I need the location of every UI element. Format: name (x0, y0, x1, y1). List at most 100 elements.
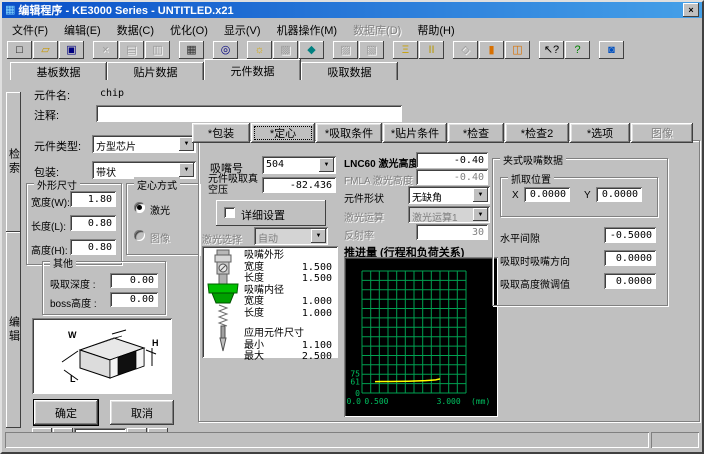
part-type-label: 元件类型: (34, 138, 81, 154)
nozzle-info-text: 吸嘴外形 宽度1.500 长度1.500 吸嘴内径 宽度1.000 长度1.00… (244, 250, 332, 363)
menu-item-optimize[interactable]: 优化(O) (162, 20, 216, 40)
nozzle-length-value: 1.500 (302, 273, 332, 285)
nozzle-no-select[interactable]: 504 ▼ (262, 156, 336, 174)
menu-item-data[interactable]: 数据(C) (109, 20, 162, 40)
length-input[interactable] (70, 215, 116, 231)
subtab-check[interactable]: *检查 (448, 123, 504, 143)
svg-text:H: H (152, 338, 159, 348)
toolbar-group: ◎ (213, 41, 238, 59)
optimize-run-icon[interactable]: ☼ (247, 41, 272, 59)
side-tab-edit[interactable]: 编辑 (6, 232, 21, 428)
print-icon[interactable]: ▦ (179, 41, 204, 59)
pickup-direction-label: 吸取时吸嘴方向 (500, 253, 570, 268)
max-size-label: 最大 (244, 351, 264, 363)
menu-item-edit[interactable]: 编辑(E) (56, 20, 109, 40)
new-file-icon[interactable]: □ (7, 41, 32, 59)
detail-settings-checkbox[interactable] (224, 207, 235, 218)
comment-input[interactable] (96, 105, 402, 122)
part-shape-select[interactable]: 无缺角 ▼ (408, 186, 490, 204)
head-tool-1-icon[interactable]: Ξ (393, 41, 418, 59)
menu-item-machine-operation[interactable]: 机器操作(M) (269, 20, 346, 40)
height-finetune-input[interactable] (604, 273, 656, 289)
laser-radio-label: 激光 (150, 202, 170, 217)
comment-label: 注释: (34, 107, 59, 123)
subtab-options[interactable]: *选项 (570, 123, 630, 143)
close-button[interactable]: × (683, 3, 699, 17)
chevron-down-icon[interactable]: ▼ (179, 163, 194, 177)
cancel-button[interactable]: 取消 (110, 400, 174, 425)
chevron-down-icon[interactable]: ▼ (319, 158, 334, 172)
status-message (5, 432, 649, 448)
lnc60-laser-height-input[interactable] (416, 152, 488, 168)
menu-item-file[interactable]: 文件(F) (4, 20, 56, 40)
subtab-check2[interactable]: *检查2 (505, 123, 569, 143)
toolbar-group: ▨▧ (333, 41, 384, 59)
analysis-icon[interactable]: ◆ (299, 41, 324, 59)
reflectivity-input (416, 224, 488, 240)
side-tab-search[interactable]: 检索 (6, 92, 21, 232)
subtab-package[interactable]: *包装 (192, 123, 250, 143)
menu-item-help[interactable]: 帮助(H) (409, 20, 462, 40)
width-input[interactable] (70, 191, 116, 207)
grab-position-title: 抓取位置 (508, 171, 554, 186)
save-file-icon[interactable]: ▣ (59, 41, 84, 59)
part-shape-label: 元件形状 (344, 190, 384, 205)
toolbar-group: ×▤▥ (93, 41, 170, 59)
nozzle-length-label: 长度 (244, 273, 264, 285)
chip-diagram: W H L (34, 320, 170, 392)
nozzle-no-value: 504 (266, 159, 319, 170)
grab-y-label: Y (584, 190, 591, 201)
toolbar-group: ↖?? (539, 41, 590, 59)
nozzle-width-value: 1.500 (302, 262, 332, 274)
tab-component-data[interactable]: 元件数据 (204, 59, 301, 80)
copy-icon: ▤ (119, 41, 144, 59)
tab-board-data[interactable]: 基板数据 (10, 62, 107, 80)
subtab-centering[interactable]: *定心 (251, 123, 315, 143)
length-label: 长度(L): (31, 218, 66, 233)
laser-calc-label: 激光运算 (344, 209, 384, 224)
nozzle-outline-title: 吸嘴外形 (244, 250, 332, 262)
head-tool-2-icon[interactable]: II (419, 41, 444, 59)
tool-a-icon: ▨ (333, 41, 358, 59)
detail-settings-label: 详细设置 (241, 207, 285, 223)
menu-item-view[interactable]: 显示(V) (216, 20, 269, 40)
help-icon[interactable]: ? (565, 41, 590, 59)
laser-radio[interactable] (134, 202, 145, 213)
context-help-icon[interactable]: ↖? (539, 41, 564, 59)
thrust-load-graph: 756100.00.5003.000(mm) (344, 257, 498, 417)
open-file-icon[interactable]: ▱ (33, 41, 58, 59)
find-icon[interactable]: ◎ (213, 41, 238, 59)
part-name-value: chip (100, 88, 124, 99)
tab-pickup-data[interactable]: 吸取数据 (301, 62, 398, 80)
nozzle-inner-title: 吸嘴内径 (244, 285, 332, 297)
tab-placement-data[interactable]: 贴片数据 (107, 62, 204, 80)
laser-select-dropdown: 自动 ▼ (254, 227, 328, 245)
pickup-direction-input[interactable] (604, 250, 656, 266)
grab-x-label: X (512, 190, 519, 201)
svg-text:3.000: 3.000 (437, 397, 461, 406)
height-input[interactable] (70, 239, 116, 255)
chevron-down-icon[interactable]: ▼ (473, 188, 488, 202)
component-data-page: 检索 编辑 元件名: chip 注释: 元件类型: 方型芯片 ▼ 包装: 带状 … (4, 80, 700, 430)
grab-y-input[interactable] (596, 187, 642, 202)
horizontal-gap-input[interactable] (604, 227, 656, 243)
exit-icon[interactable]: ◙ (599, 41, 624, 59)
boss-height-input[interactable] (110, 292, 158, 307)
part-type-select[interactable]: 方型芯片 ▼ (92, 135, 196, 153)
min-size-value: 1.100 (302, 340, 332, 352)
subtab-pickup-condition[interactable]: *吸取条件 (316, 123, 382, 143)
subtab-placement-condition[interactable]: *贴片条件 (383, 123, 447, 143)
grab-x-input[interactable] (524, 187, 570, 202)
toolbar-group: ▦ (179, 41, 204, 59)
statusbar (4, 430, 700, 450)
ok-button[interactable]: 确定 (34, 400, 98, 425)
vacuum-input[interactable] (262, 177, 336, 193)
boss-height-label: boss高度 : (50, 295, 97, 310)
door-out-icon[interactable]: ◫ (505, 41, 530, 59)
door-in-icon[interactable]: ▮ (479, 41, 504, 59)
inner-width-value: 1.000 (302, 296, 332, 308)
laser-select-label: 激光选择 (202, 231, 242, 246)
pick-depth-input[interactable] (110, 273, 158, 288)
titlebar: ▦ 编辑程序 - KE3000 Series - UNTITLED.x21 × (2, 2, 702, 18)
width-label: 宽度(W): (31, 194, 70, 209)
